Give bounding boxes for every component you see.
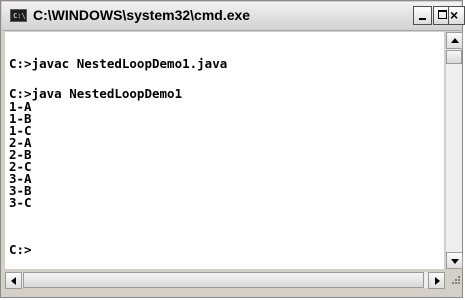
scroll-right-button[interactable] (428, 272, 445, 289)
vertical-scrollbar[interactable] (445, 32, 463, 269)
console-line: C:>java NestedLoopDemo1 (9, 86, 183, 101)
scroll-left-button[interactable] (5, 272, 22, 289)
console-icon[interactable]: C:\ (10, 9, 27, 22)
arrow-up-icon (451, 38, 459, 43)
arrow-left-icon (11, 277, 16, 285)
close-button[interactable]: × (448, 6, 465, 25)
horizontal-scrollbar[interactable] (5, 271, 445, 289)
window-title: C:\WINDOWS\system32\cmd.exe (33, 7, 251, 23)
console-line: 3-C (9, 195, 32, 210)
resize-grip[interactable] (446, 271, 462, 288)
close-icon: × (450, 7, 459, 23)
cmd-window: C:\ C:\WINDOWS\system32\cmd.exe × C:>jav… (0, 0, 465, 298)
scroll-up-button[interactable] (446, 32, 463, 49)
console-line: C:>javac NestedLoopDemo1.java (9, 56, 228, 71)
title-bar[interactable]: C:\ C:\WINDOWS\system32\cmd.exe × (2, 2, 465, 31)
maximize-icon (438, 10, 447, 19)
scroll-down-button[interactable] (446, 252, 463, 269)
arrow-down-icon (451, 259, 459, 264)
console-output[interactable]: C:>javac NestedLoopDemo1.java C:>java Ne… (5, 32, 444, 269)
minimize-button[interactable] (413, 6, 432, 25)
vertical-scroll-thumb[interactable] (446, 50, 462, 64)
arrow-right-icon (435, 277, 440, 285)
console-prompt: C:> (9, 242, 32, 257)
minimize-icon (419, 18, 426, 20)
horizontal-scroll-thumb[interactable] (23, 272, 424, 288)
